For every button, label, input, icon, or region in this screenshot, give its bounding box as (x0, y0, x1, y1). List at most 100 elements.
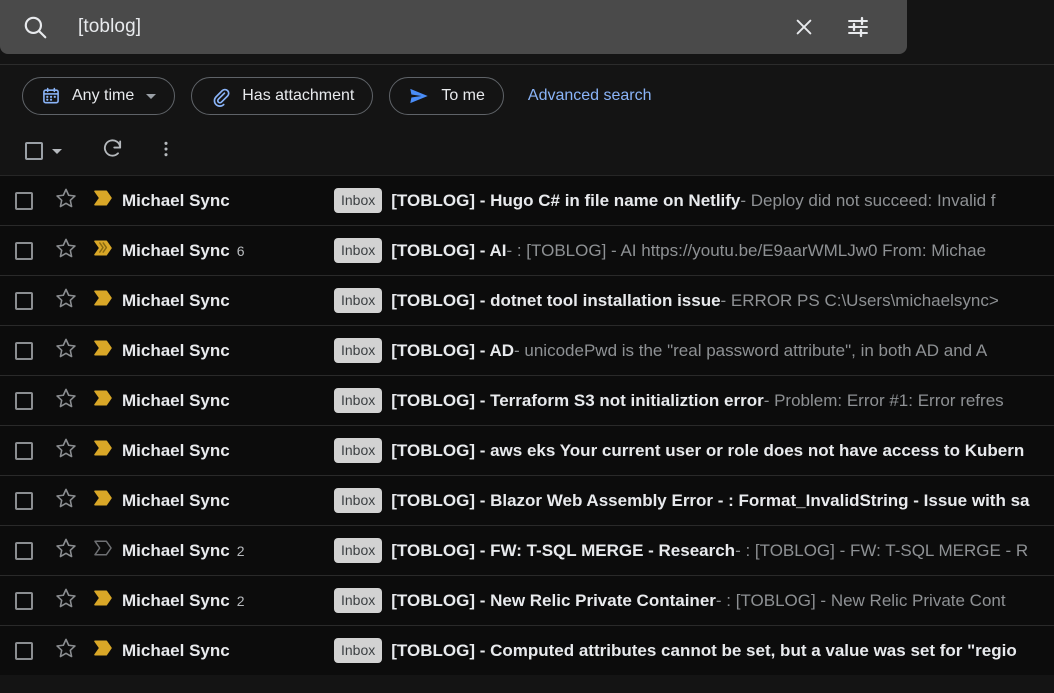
email-row[interactable]: Michael Sync Inbox [TOBLOG] - dotnet tool … (0, 275, 1054, 325)
importance-marker[interactable] (84, 537, 122, 564)
label-chip-inbox[interactable]: Inbox (334, 438, 383, 463)
email-snippet: - Problem: Error #1: Error refres (763, 390, 1004, 410)
more-options-button[interactable] (146, 131, 186, 171)
refresh-button[interactable] (92, 131, 132, 171)
sender-name: Michael Sync (122, 390, 230, 410)
email-row[interactable]: Michael Sync Inbox [TOBLOG] - Terraform S3… (0, 375, 1054, 425)
star-toggle[interactable] (48, 187, 84, 214)
label-chip-inbox[interactable]: Inbox (334, 538, 383, 563)
email-subject: [TOBLOG] - dotnet tool installation issu… (391, 290, 721, 310)
star-icon (55, 437, 77, 464)
importance-chevron-icon (91, 587, 115, 614)
importance-marker[interactable] (84, 387, 122, 414)
filter-chip-label: Any time (72, 87, 135, 104)
importance-chevron-icon (91, 537, 115, 564)
row-checkbox[interactable] (0, 541, 48, 560)
email-subject: [TOBLOG] - Hugo C# in file name on Netli… (391, 190, 741, 210)
search-filter-chips: Any time Has attachment To me Advanced s… (0, 65, 1054, 127)
star-toggle[interactable] (48, 537, 84, 564)
label-chip-inbox[interactable]: Inbox (334, 388, 383, 413)
label-chip-inbox[interactable]: Inbox (334, 638, 383, 663)
row-checkbox[interactable] (0, 191, 48, 210)
advanced-search-link[interactable]: Advanced search (528, 87, 652, 105)
row-checkbox[interactable] (0, 341, 48, 360)
email-subject: [TOBLOG] - New Relic Private Container (391, 590, 716, 610)
filter-chip-to-me[interactable]: To me (389, 77, 504, 115)
star-toggle[interactable] (48, 487, 84, 514)
label-chip-inbox[interactable]: Inbox (334, 238, 383, 263)
search-bar[interactable]: [toblog] (0, 0, 907, 54)
star-toggle[interactable] (48, 237, 84, 264)
subject-cell: Inbox [TOBLOG] - Blazor Web Assembly Erro… (334, 488, 1054, 513)
search-input[interactable]: [toblog] (78, 16, 787, 38)
filter-chip-any-time[interactable]: Any time (22, 77, 176, 115)
email-row[interactable]: Michael Sync Inbox [TOBLOG] - AD - unicode… (0, 325, 1054, 375)
email-row[interactable]: Michael Sync 2 Inbox [TOBLOG] - FW: T-SQL M… (0, 525, 1054, 575)
tune-icon[interactable] (841, 10, 875, 44)
star-icon (55, 587, 77, 614)
star-toggle[interactable] (48, 437, 84, 464)
label-chip-inbox[interactable]: Inbox (334, 588, 383, 613)
email-list: Michael Sync Inbox [TOBLOG] - Hugo C# in f… (0, 175, 1054, 675)
email-row[interactable]: Michael Sync Inbox [TOBLOG] - Computed att… (0, 625, 1054, 675)
star-toggle[interactable] (48, 637, 84, 664)
email-row[interactable]: Michael Sync Inbox [TOBLOG] - Hugo C# in f… (0, 175, 1054, 225)
email-snippet: - : [TOBLOG] - New Relic Private Cont (715, 590, 1006, 610)
importance-marker[interactable] (84, 287, 122, 314)
chevron-down-icon (52, 148, 62, 154)
star-toggle[interactable] (48, 387, 84, 414)
importance-chevron-icon (91, 187, 115, 214)
email-snippet: - ERROR PS C:\Users\michaelsync> (720, 290, 999, 310)
label-chip-inbox[interactable]: Inbox (334, 188, 383, 213)
sender-cell: Michael Sync (122, 441, 334, 461)
label-chip-inbox[interactable]: Inbox (334, 338, 383, 363)
search-icon (22, 14, 48, 40)
email-subject: [TOBLOG] - FW: T-SQL MERGE - Research (391, 540, 736, 560)
thread-count: 6 (236, 242, 245, 259)
checkbox-icon (15, 541, 33, 560)
refresh-icon (101, 137, 124, 165)
importance-marker[interactable] (84, 237, 122, 264)
filter-chip-has-attachment[interactable]: Has attachment (191, 77, 374, 115)
sender-cell: Michael Sync (122, 191, 334, 211)
email-row[interactable]: Michael Sync 2 Inbox [TOBLOG] - New Relic P… (0, 575, 1054, 625)
importance-chevron-icon (91, 387, 115, 414)
email-row[interactable]: Michael Sync Inbox [TOBLOG] - aws eks Your… (0, 425, 1054, 475)
importance-marker[interactable] (84, 437, 122, 464)
row-checkbox[interactable] (0, 241, 48, 260)
importance-marker[interactable] (84, 337, 122, 364)
row-checkbox[interactable] (0, 491, 48, 510)
sender-name: Michael Sync (122, 640, 230, 660)
chevron-down-icon (146, 93, 157, 99)
importance-chevron-icon (91, 437, 115, 464)
star-toggle[interactable] (48, 587, 84, 614)
close-icon[interactable] (787, 10, 821, 44)
sender-name: Michael Sync (122, 340, 230, 360)
star-icon (55, 487, 77, 514)
checkbox-icon (15, 441, 33, 460)
sender-name: Michael Sync (122, 440, 230, 460)
sender-cell: Michael Sync (122, 491, 334, 511)
row-checkbox[interactable] (0, 391, 48, 410)
send-icon (408, 85, 430, 107)
checkbox-icon (15, 191, 33, 210)
email-subject: [TOBLOG] - Blazor Web Assembly Error - :… (391, 490, 1030, 510)
subject-cell: Inbox [TOBLOG] - FW: T-SQL MERGE - Resear… (334, 538, 1054, 563)
select-all-checkbox[interactable] (25, 142, 62, 160)
row-checkbox[interactable] (0, 291, 48, 310)
importance-marker[interactable] (84, 587, 122, 614)
row-checkbox[interactable] (0, 441, 48, 460)
importance-marker[interactable] (84, 187, 122, 214)
label-chip-inbox[interactable]: Inbox (334, 288, 383, 313)
label-chip-inbox[interactable]: Inbox (334, 488, 383, 513)
importance-marker[interactable] (84, 487, 122, 514)
row-checkbox[interactable] (0, 591, 48, 610)
email-row[interactable]: Michael Sync Inbox [TOBLOG] - Blazor Web A… (0, 475, 1054, 525)
star-toggle[interactable] (48, 337, 84, 364)
email-row[interactable]: Michael Sync 6 Inbox [TOBLOG] - AI - : [TOB… (0, 225, 1054, 275)
star-toggle[interactable] (48, 287, 84, 314)
sender-name: Michael Sync (122, 490, 230, 510)
importance-chevron-icon (91, 637, 115, 664)
importance-marker[interactable] (84, 637, 122, 664)
row-checkbox[interactable] (0, 641, 48, 660)
